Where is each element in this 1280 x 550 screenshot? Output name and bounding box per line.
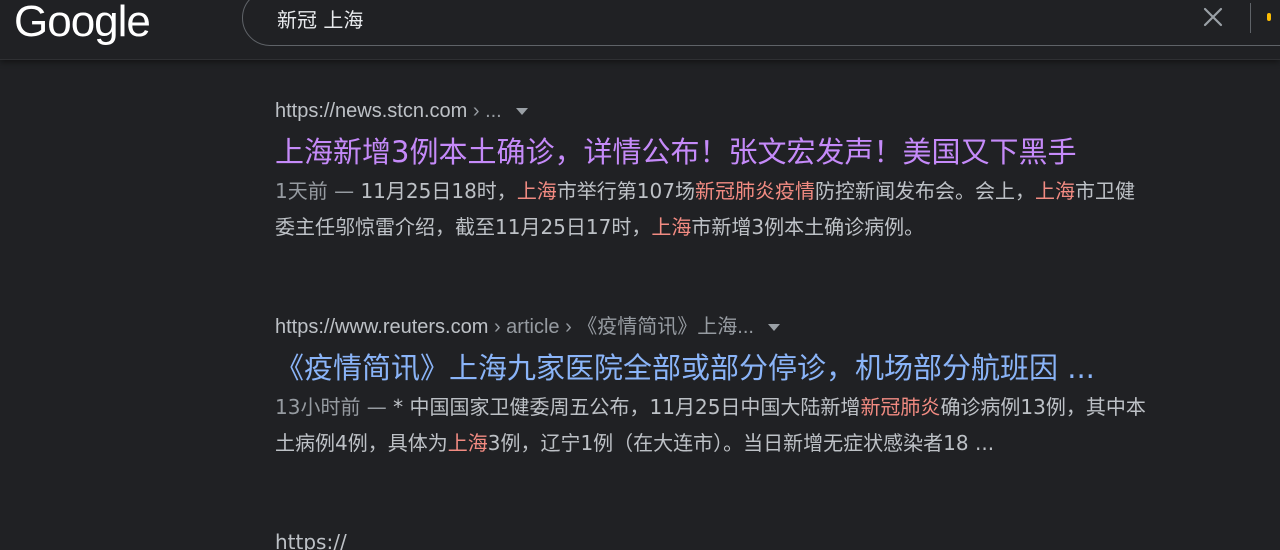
next-result-cite-partial[interactable]: https:// bbox=[275, 530, 575, 550]
result-snippet-line: 13小时前 — * 中国国家卫健委周五公布，11月25日中国大陆新增新冠肺炎确诊… bbox=[275, 390, 1275, 424]
highlighted-term: 新冠肺炎 bbox=[860, 395, 941, 419]
search-input[interactable]: 新冠 上海 bbox=[277, 7, 363, 33]
highlighted-term: 上海 bbox=[516, 179, 557, 203]
result-title-link[interactable]: 上海新增3例本土确诊，详情公布！张文宏发声！美国又下黑手 bbox=[275, 132, 1275, 172]
snippet-text: 11月25日18时， bbox=[360, 179, 517, 203]
snippet-text: 市卫健 bbox=[1075, 179, 1135, 203]
search-result: https://www.reuters.com › article › 《疫情简… bbox=[275, 314, 1275, 460]
search-box[interactable]: 新冠 上海 bbox=[242, 0, 1280, 46]
result-snippet-line: 土病例4例，具体为上海3例，辽宁1例（在大连市）。当日新增无症状感染者18 ..… bbox=[275, 426, 1275, 460]
close-icon[interactable] bbox=[1201, 5, 1225, 29]
snippet-text: 3例，辽宁1例（在大连市）。当日新增无症状感染者18 ... bbox=[487, 431, 995, 455]
snippet-text: 土病例4例，具体为 bbox=[275, 431, 448, 455]
result-title-link[interactable]: 《疫情简讯》上海九家医院全部或部分停诊，机场部分航班因 ... bbox=[275, 348, 1275, 388]
highlighted-term: 新冠肺炎疫情 bbox=[695, 179, 815, 203]
snippet-text: 确诊病例13例，其中本 bbox=[940, 395, 1146, 419]
snippet-text: * 中国国家卫健委周五公布，11月25日中国大陆新增 bbox=[393, 395, 861, 419]
cite-domain: https://news.stcn.com bbox=[275, 100, 468, 122]
cite-path: › ... bbox=[467, 100, 502, 122]
result-snippet-line: 1天前 — 11月25日18时，上海市举行第107场新冠肺炎疫情防控新闻发布会。… bbox=[275, 174, 1275, 208]
result-date: 1天前 — bbox=[275, 179, 361, 203]
result-cite[interactable]: https://www.reuters.com › article › 《疫情简… bbox=[275, 314, 1275, 340]
search-result: https://news.stcn.com › ... 上海新增3例本土确诊，详… bbox=[275, 98, 1275, 244]
result-date: 13小时前 — bbox=[275, 395, 394, 419]
result-snippet-line: 委主任邬惊雷介绍，截至11月25日17时，上海市新增3例本土确诊病例。 bbox=[275, 210, 1275, 244]
highlighted-term: 上海 bbox=[1035, 179, 1075, 203]
highlighted-term: 上海 bbox=[651, 215, 692, 239]
result-cite[interactable]: https://news.stcn.com › ... bbox=[275, 98, 1275, 124]
snippet-text: 防控新闻发布会。会上， bbox=[815, 179, 1035, 203]
google-logo[interactable]: Google bbox=[14, 0, 151, 44]
top-bar: Google 新冠 上海 bbox=[0, 0, 1280, 60]
chevron-down-icon[interactable] bbox=[767, 324, 780, 332]
highlighted-term: 上海 bbox=[447, 431, 488, 455]
mic-icon[interactable] bbox=[1267, 13, 1271, 21]
cite-path: › article › 《疫情简讯》上海... bbox=[488, 316, 754, 338]
snippet-text: 市举行第107场 bbox=[556, 179, 695, 203]
snippet-text: 市新增3例本土确诊病例。 bbox=[691, 215, 925, 239]
cite-domain: https://www.reuters.com bbox=[275, 316, 489, 338]
snippet-text: 委主任邬惊雷介绍，截至11月25日17时， bbox=[275, 215, 652, 239]
chevron-down-icon[interactable] bbox=[515, 108, 528, 116]
search-divider bbox=[1250, 3, 1251, 33]
